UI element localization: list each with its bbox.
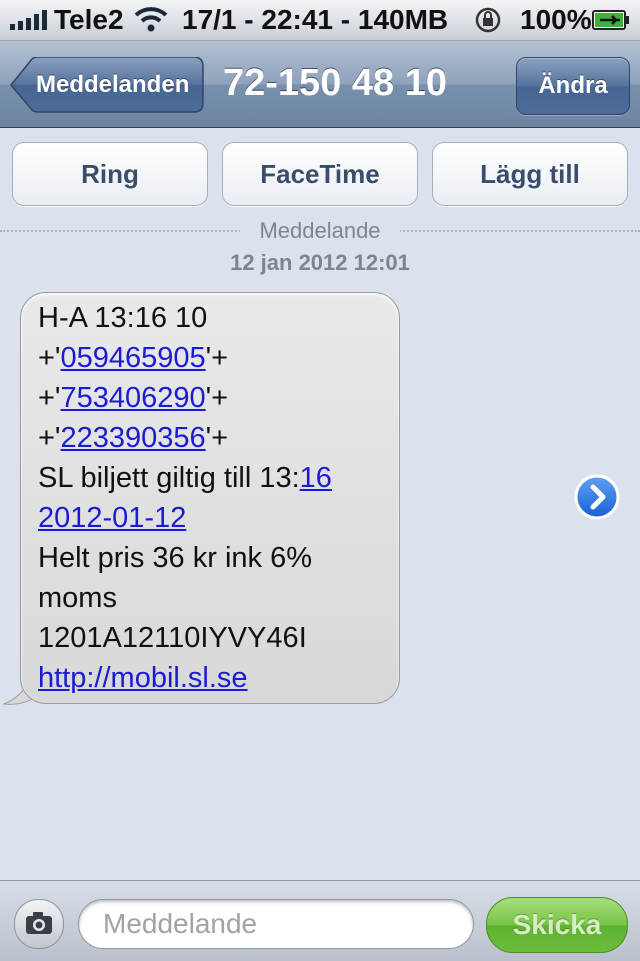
message-line: moms — [38, 582, 117, 614]
phone-link[interactable]: 753406290 — [60, 382, 205, 414]
wifi-icon — [134, 7, 168, 32]
add-contact-button[interactable]: Lägg till — [432, 142, 628, 206]
code-prefix: +' — [38, 422, 61, 454]
code-suffix: '+ — [205, 382, 229, 414]
status-time-data: 17/1 - 22:41 - 140MB — [182, 4, 449, 35]
phone-link[interactable]: 223390356 — [60, 422, 205, 454]
facetime-button[interactable]: FaceTime — [222, 142, 418, 206]
battery-percent: 100% — [520, 4, 592, 35]
status-bar: Tele2 17/1 - 22:41 - 140MB 100% — [0, 0, 640, 41]
message-line: H-A 13:16 10 — [38, 302, 208, 334]
back-button-label: Meddelanden — [36, 71, 190, 98]
code-prefix: +' — [38, 382, 61, 414]
date-link[interactable]: 2012-01-12 — [38, 502, 186, 534]
message-line: SL biljett giltig till 13:16 — [38, 458, 398, 498]
rotation-lock-icon — [475, 7, 501, 33]
message-line: +'753406290'+ — [38, 378, 398, 418]
message-composer: Skicka — [0, 880, 640, 961]
message-line: +'223390356'+ — [38, 418, 398, 458]
detail-disclosure-icon[interactable] — [574, 474, 620, 520]
conversation-title: 72-150 48 10 — [223, 62, 447, 104]
url-link[interactable]: http://mobil.sl.se — [38, 662, 248, 694]
message-line: 1201A12110IYVY46I — [38, 622, 307, 654]
code-suffix: '+ — [205, 342, 229, 374]
send-button[interactable]: Skicka — [486, 897, 628, 953]
phone-link[interactable]: 059465905 — [60, 342, 205, 374]
message-input[interactable] — [78, 899, 474, 949]
thread-label: Meddelande — [240, 218, 400, 244]
validity-text: SL biljett giltig till 13: — [38, 462, 300, 494]
message-text: H-A 13:16 10 +'059465905'+ +'753406290'+… — [38, 298, 398, 698]
code-suffix: '+ — [205, 422, 229, 454]
message-line: Helt pris 36 kr ink 6% — [38, 542, 312, 574]
date-link[interactable]: 16 — [300, 462, 332, 494]
message-line: http://mobil.sl.se — [38, 658, 398, 698]
camera-icon — [26, 912, 52, 934]
edit-button[interactable]: Ändra — [516, 57, 630, 115]
back-button[interactable]: Meddelanden — [10, 57, 204, 113]
camera-button[interactable] — [14, 899, 64, 949]
navigation-bar: Meddelanden 72-150 48 10 Ändra — [0, 41, 640, 128]
call-button[interactable]: Ring — [12, 142, 208, 206]
battery-charging-icon — [592, 10, 629, 30]
contact-actions: Ring FaceTime Lägg till — [0, 142, 640, 206]
signal-bars-icon — [10, 10, 50, 30]
message-line: 2012-01-12 — [38, 498, 398, 538]
code-prefix: +' — [38, 342, 61, 374]
message-line: +'059465905'+ — [38, 338, 398, 378]
carrier-name: Tele2 — [54, 4, 124, 35]
message-timestamp: 12 jan 2012 12:01 — [230, 250, 410, 275]
